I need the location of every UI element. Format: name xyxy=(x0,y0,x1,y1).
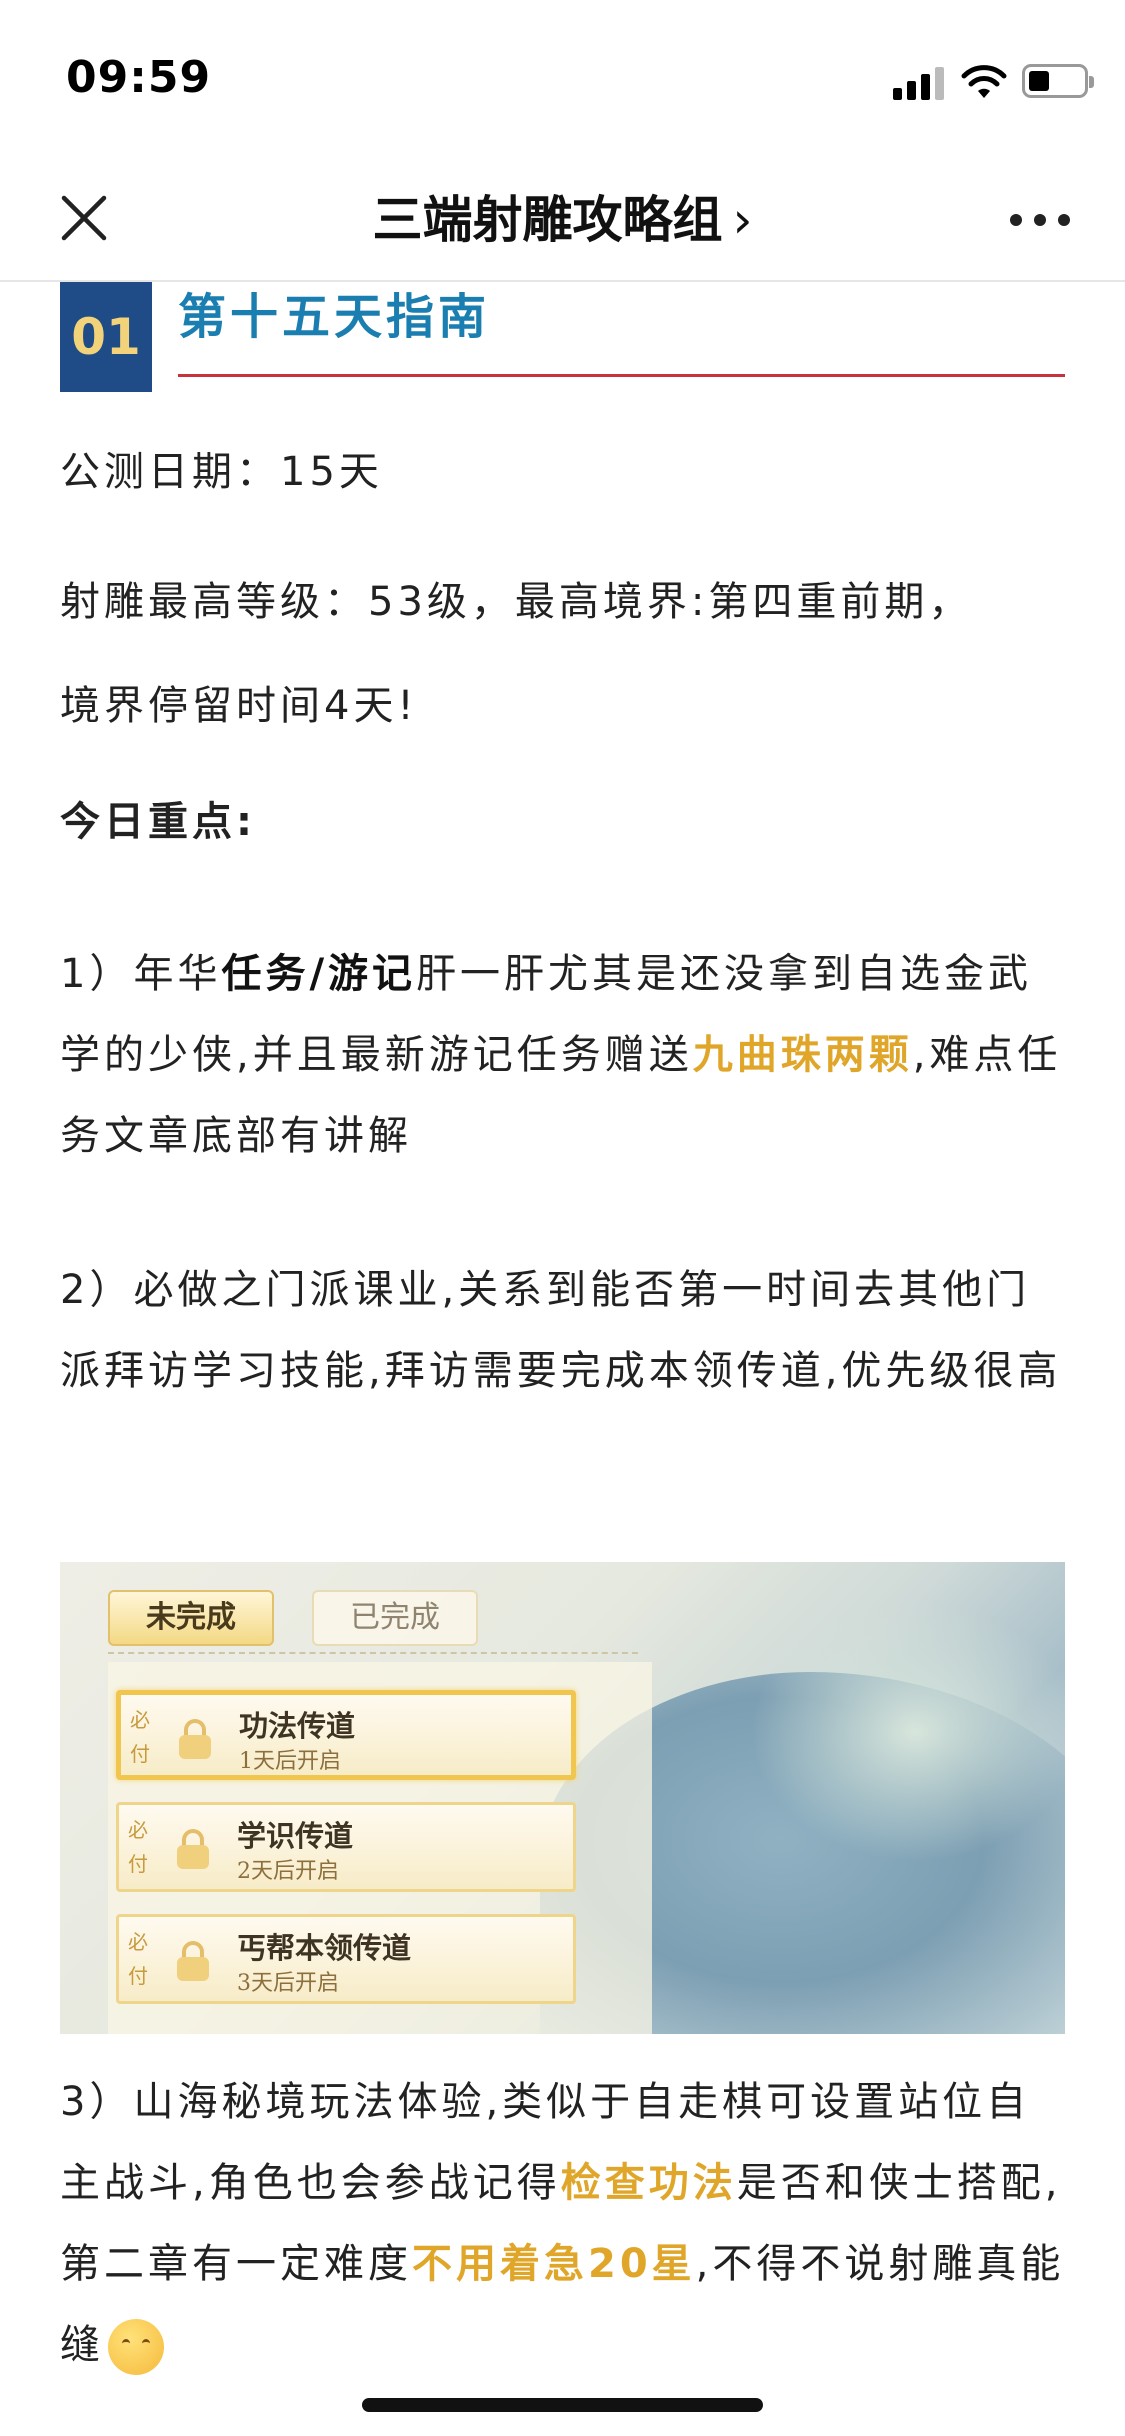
nav-bar: 三端射雕攻略组 › xyxy=(0,150,1125,282)
point-1-bold: 任务/游记 xyxy=(221,951,417,997)
battery-icon xyxy=(1022,64,1094,98)
section-divider xyxy=(178,374,1065,377)
lock-icon xyxy=(175,1829,211,1869)
tab-incomplete: 未完成 xyxy=(108,1590,274,1646)
tab-complete: 已完成 xyxy=(312,1590,478,1646)
task-unlock-time: 2天后开启 xyxy=(237,1859,339,1884)
task-item: 必付 学识传道 2天后开启 xyxy=(116,1802,576,1892)
smiling-face-icon xyxy=(108,2319,164,2375)
account-title-link[interactable]: 三端射雕攻略组 › xyxy=(0,180,1125,252)
status-bar: 09:59 xyxy=(0,0,1125,150)
task-unlock-time: 1天后开启 xyxy=(239,1749,341,1774)
section-header: 01 第十五天指南 xyxy=(60,282,1065,392)
cloud-background xyxy=(750,1602,1065,1862)
home-indicator[interactable] xyxy=(362,2398,763,2412)
point-3-highlight-2: 不用着急20星 xyxy=(412,2241,696,2287)
task-name: 丐帮本领传道 xyxy=(237,1931,412,1965)
task-item: 必付 丐帮本领传道 3天后开启 xyxy=(116,1914,576,2004)
chevron-right-icon: › xyxy=(732,191,753,249)
section-number: 01 xyxy=(60,282,152,392)
point-1-prefix: 1）年华 xyxy=(60,951,222,997)
point-3-highlight-1: 检查功法 xyxy=(560,2160,737,2206)
wifi-icon xyxy=(961,65,1007,98)
task-panel: 必付 功法传道 1天后开启 必付 学识传道 2天后开启 必付 丐帮本领传道 3天… xyxy=(108,1662,652,2034)
task-item: 必付 功法传道 1天后开启 xyxy=(116,1690,576,1780)
must-label: 必付 xyxy=(128,1930,148,1988)
tab-divider xyxy=(108,1652,638,1654)
date-line: 公测日期：15天 xyxy=(60,449,383,495)
signal-icon xyxy=(893,66,945,100)
point-3: 3）山海秘境玩法体验,类似于自走棋可设置站位自主战斗,角色也会参战记得检查功法是… xyxy=(60,2062,1065,2386)
lock-icon xyxy=(177,1719,213,1759)
more-icon[interactable] xyxy=(1010,214,1070,228)
level-line-1: 射雕最高等级：53级，最高境界:第四重前期， xyxy=(60,579,973,625)
must-label: 必付 xyxy=(130,1708,150,1766)
status-time: 09:59 xyxy=(66,52,212,103)
task-name: 学识传道 xyxy=(237,1819,354,1853)
key-heading: 今日重点: xyxy=(60,799,256,845)
task-name: 功法传道 xyxy=(239,1709,356,1743)
game-screenshot: 未完成 已完成 必付 功法传道 1天后开启 必付 学识传道 2天后开启 必付 丐… xyxy=(60,1562,1065,2034)
account-name: 三端射雕攻略组 xyxy=(372,191,723,249)
point-1-highlight: 九曲珠两颗 xyxy=(692,1032,913,1078)
must-label: 必付 xyxy=(128,1818,148,1876)
lock-icon xyxy=(175,1941,211,1981)
section-title: 第十五天指南 xyxy=(178,289,491,345)
task-unlock-time: 3天后开启 xyxy=(237,1971,339,1996)
point-2: 2）必做之门派课业,关系到能否第一时间去其他门派拜访学习技能,拜访需要完成本领传… xyxy=(60,1267,1062,1394)
level-line-2: 境界停留时间4天! xyxy=(60,683,418,729)
point-1: 1）年华任务/游记肝一肝尤其是还没拿到自选金武学的少侠,并且最新游记任务赠送九曲… xyxy=(60,934,1065,1177)
